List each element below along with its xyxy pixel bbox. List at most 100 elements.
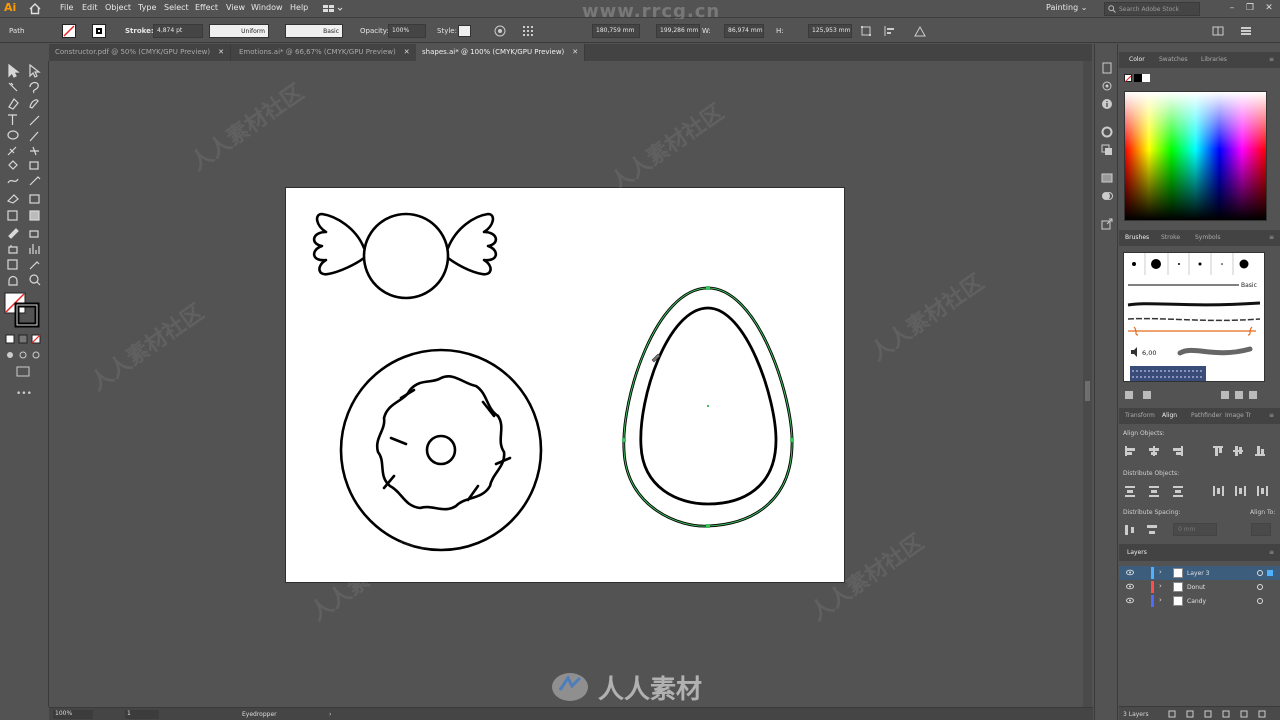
layer-name[interactable]: Layer 3: [1187, 570, 1209, 577]
layer-row-candy[interactable]: › Candy: [1119, 594, 1280, 608]
width-field[interactable]: 86,974 mm: [724, 24, 764, 38]
close-icon[interactable]: ✕: [218, 48, 224, 56]
menu-object[interactable]: Object: [105, 3, 131, 12]
export-icon[interactable]: [1101, 218, 1113, 230]
black-swatch[interactable]: [1134, 74, 1142, 82]
menu-select[interactable]: Select: [164, 3, 189, 12]
white-swatch[interactable]: [1142, 74, 1150, 82]
menu-help[interactable]: Help: [290, 3, 308, 12]
align-objects-buttons[interactable]: [1123, 444, 1273, 458]
layer-row-layer-3[interactable]: › Layer 3: [1119, 566, 1280, 580]
distribute-objects-buttons[interactable]: [1123, 484, 1273, 498]
menu-effect[interactable]: Effect: [195, 3, 218, 12]
target-icon[interactable]: [1257, 598, 1263, 604]
menu-window[interactable]: Window: [251, 3, 283, 12]
vertical-scrollbar[interactable]: [1083, 61, 1092, 707]
panel-menu-icon[interactable]: ≡: [1269, 549, 1274, 556]
arrange-documents-icon[interactable]: [1212, 25, 1224, 37]
zoom-tool-icon: [29, 274, 39, 284]
stroke-weight-field[interactable]: 4,874 pt: [153, 24, 203, 38]
brush-list[interactable]: Basic 6,00: [1123, 252, 1265, 382]
y-position-field[interactable]: 199,286 mm: [656, 24, 700, 38]
gradient-panel-icon[interactable]: [1101, 172, 1113, 184]
menu-type[interactable]: Type: [138, 3, 156, 12]
close-icon[interactable]: ✕: [572, 48, 578, 56]
spacing-field[interactable]: 0 mm: [1173, 523, 1217, 536]
tab-align[interactable]: Align: [1162, 412, 1177, 419]
zoom-field[interactable]: 100%: [53, 710, 93, 719]
tab-stroke[interactable]: Stroke: [1161, 234, 1180, 241]
tab-swatches[interactable]: Swatches: [1159, 56, 1188, 63]
tab-brushes[interactable]: Brushes: [1125, 234, 1149, 241]
maximize-button[interactable]: ❐: [1244, 2, 1256, 14]
scroll-thumb[interactable]: [1085, 381, 1090, 401]
tab-color[interactable]: Color: [1129, 56, 1145, 63]
none-swatch[interactable]: [1124, 74, 1132, 83]
variable-width-profile[interactable]: Uniform: [209, 24, 269, 38]
chalk-brush: [1127, 317, 1261, 322]
expand-icon[interactable]: ›: [1159, 568, 1162, 576]
status-menu-icon[interactable]: ›: [329, 711, 331, 718]
tab-layers[interactable]: Layers: [1127, 549, 1147, 556]
layers-footer-buttons[interactable]: [1167, 709, 1277, 719]
tab-pathfinder[interactable]: Pathfinder: [1191, 412, 1222, 419]
info-icon[interactable]: [1101, 98, 1113, 110]
expand-icon[interactable]: ›: [1159, 582, 1162, 590]
layer-row-donut[interactable]: › Donut: [1119, 580, 1280, 594]
workspace-switcher-icon[interactable]: [322, 4, 344, 14]
tab-libraries[interactable]: Libraries: [1201, 56, 1227, 63]
tab-image-trace[interactable]: Image Tr: [1225, 412, 1251, 419]
panel-menu-icon[interactable]: ≡: [1269, 412, 1274, 419]
align-to-selector[interactable]: [1251, 523, 1271, 536]
tab-symbols[interactable]: Symbols: [1195, 234, 1220, 241]
color-spectrum[interactable]: [1124, 91, 1267, 221]
document-info-icon[interactable]: [1101, 62, 1113, 74]
appearance-icon[interactable]: [1101, 126, 1113, 138]
x-position-field[interactable]: 180,759 mm: [592, 24, 640, 38]
home-icon[interactable]: [28, 2, 42, 15]
properties-icon[interactable]: [1101, 80, 1113, 92]
search-input[interactable]: Search Adobe Stock: [1104, 2, 1200, 16]
eye-icon[interactable]: [1126, 583, 1134, 590]
artboard-navigator[interactable]: 1: [125, 710, 159, 719]
close-window-button[interactable]: ✕: [1263, 2, 1275, 14]
workspace-selector[interactable]: Painting ⌄: [1046, 3, 1087, 12]
graphic-styles-icon[interactable]: [1101, 144, 1113, 156]
layer-name[interactable]: Candy: [1187, 598, 1206, 605]
hand-tool-icon: [8, 275, 18, 286]
menu-file[interactable]: File: [60, 3, 73, 12]
brush-definition[interactable]: Basic: [285, 24, 343, 38]
distribute-spacing-buttons[interactable]: [1123, 523, 1163, 537]
close-icon[interactable]: ✕: [404, 48, 410, 56]
style-swatch[interactable]: [458, 25, 471, 37]
panel-menu-icon[interactable]: ≡: [1269, 56, 1274, 63]
tab-shapes[interactable]: shapes.ai* @ 100% (CMYK/GPU Preview) ✕: [416, 44, 586, 61]
reference-point-icon[interactable]: [522, 25, 534, 37]
tab-transform[interactable]: Transform: [1125, 412, 1155, 419]
panel-menu-icon[interactable]: [1240, 25, 1252, 37]
expand-icon[interactable]: ›: [1159, 596, 1162, 604]
menu-edit[interactable]: Edit: [82, 3, 98, 12]
target-icon[interactable]: [1257, 570, 1263, 576]
opacity-field[interactable]: 100%: [388, 24, 426, 38]
menu-view[interactable]: View: [226, 3, 245, 12]
eye-icon[interactable]: [1126, 569, 1134, 576]
isolate-icon[interactable]: [914, 25, 926, 37]
eye-icon[interactable]: [1126, 597, 1134, 604]
height-field[interactable]: 125,953 mm: [808, 24, 852, 38]
tab-constructor[interactable]: Constructor.pdf @ 50% (CMYK/GPU Preview)…: [49, 44, 231, 61]
recolor-artwork-icon[interactable]: [494, 25, 506, 37]
align-icon[interactable]: [884, 25, 896, 37]
panel-menu-icon[interactable]: ≡: [1269, 234, 1274, 241]
transform-icon[interactable]: [860, 25, 872, 37]
watermark-logo: 人人素材: [550, 667, 740, 707]
selected-indicator[interactable]: [1267, 570, 1273, 576]
minimize-button[interactable]: –: [1226, 2, 1238, 14]
layer-name[interactable]: Donut: [1187, 584, 1205, 591]
artboard[interactable]: [285, 187, 845, 583]
fill-swatch[interactable]: [62, 24, 76, 38]
tab-emotions[interactable]: Emotions.ai* @ 66,67% (CMYK/GPU Preview)…: [233, 44, 417, 61]
stroke-swatch[interactable]: [92, 24, 106, 38]
transparency-icon[interactable]: [1101, 190, 1113, 202]
target-icon[interactable]: [1257, 584, 1263, 590]
